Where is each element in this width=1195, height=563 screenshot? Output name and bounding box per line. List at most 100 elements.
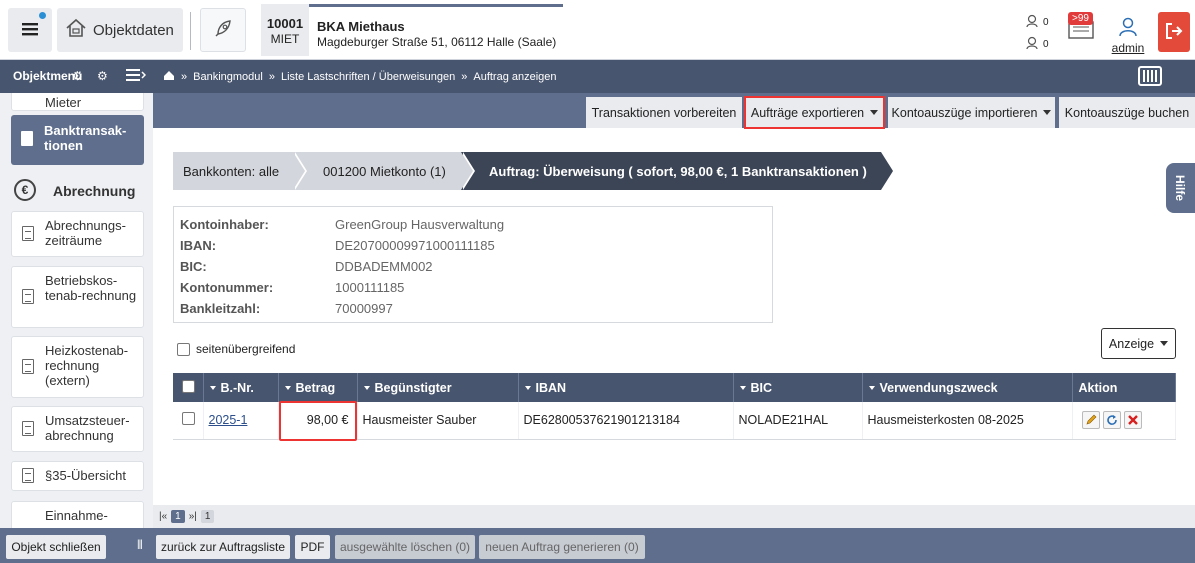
resize-handle-icon[interactable]: ||| [137,539,143,550]
seitenuebergreifend-option[interactable]: seitenübergreifend [177,342,295,356]
notification-2-count: 0 [1043,39,1049,50]
person-icon [1025,36,1039,53]
column-header-iban[interactable]: IBAN [518,373,734,402]
crumb-label: Auftrag: Überweisung ( sofort, 98,00 €, … [489,163,867,179]
transactions-table: B.-Nr. Betrag Begünstigter IBAN BIC Verw… [173,373,1176,441]
sort-icon [284,386,291,391]
zurueck-auftragsliste-button[interactable]: zurück zur Auftragsliste [156,535,290,559]
sidebar-item-banktransaktionen[interactable]: Banktransak-tionen [11,115,144,165]
auftraege-exportieren-button[interactable]: Aufträge exportieren [744,96,885,129]
breadcrumb-item[interactable]: Liste Lastschriften / Überweisungen [281,71,455,83]
pdf-button[interactable]: PDF [295,535,330,559]
object-address: Magdeburger Straße 51, 06112 Halle (Saal… [317,35,557,49]
action-bar: Transaktionen vorbereiten Aufträge expor… [153,93,1195,129]
refresh-icon[interactable] [1102,411,1121,430]
sort-icon [209,386,216,391]
sidebar-item-abrechnungszeitraeume[interactable]: Abrechnungs-zeiträume [11,211,144,257]
sidebar-section-abrechnung[interactable]: € Abrechnung [0,175,153,205]
object-id-box[interactable]: 10001 MIET [261,4,309,56]
anzeige-dropdown[interactable]: Anzeige [1101,328,1176,359]
crumb-label: Bankkonten: alle [183,163,280,179]
info-label: Kontoinhaber: [180,217,269,232]
info-row-blz: Bankleitzahl: 70000997 [180,298,772,319]
transaktionen-vorbereiten-button[interactable]: Transaktionen vorbereiten [586,97,742,128]
info-label: Bankleitzahl: [180,301,261,316]
delete-icon[interactable] [1123,411,1142,430]
cell-bic: NOLADE21HAL [733,402,863,440]
breadcrumb-item[interactable]: Bankingmodul [193,71,263,83]
pager-last[interactable]: »| [189,511,197,522]
pager-first[interactable]: |« [159,511,167,522]
sidebar-item-mieter[interactable]: Mieter [11,93,144,111]
seitenuebergreifend-checkbox[interactable] [177,342,190,356]
main-content: Transaktionen vorbereiten Aufträge expor… [153,93,1195,528]
cell-verwendungszweck: Hausmeisterkosten 08-2025 [862,402,1073,440]
main-menu-button[interactable] [8,8,52,52]
help-label: Hilfe [1173,174,1188,202]
bottom-bar: Objekt schließen ||| zurück zur Auftrags… [0,528,1195,563]
neuen-auftrag-button[interactable]: neuen Auftrag generieren (0) [479,535,645,559]
collapse-menu-icon[interactable] [126,69,147,84]
document-icon [21,131,33,146]
notification-2[interactable]: 0 [1025,36,1053,53]
column-header-verwendungszweck[interactable]: Verwendungszweck [862,373,1073,402]
sidebar-section-label: Abrechnung [53,183,136,199]
column-header-betrag[interactable]: Betrag [278,373,358,402]
sidebar-item-umsatzsteuer[interactable]: Umsatzsteuer-abrechnung [11,406,144,452]
euro-icon: € [14,179,36,201]
object-id: 10001 [266,16,304,31]
crumb-mietkonto[interactable]: 001200 Mietkonto (1) [293,152,475,190]
logout-button[interactable] [1158,12,1190,52]
row-checkbox[interactable] [182,412,195,426]
notification-1[interactable]: 0 [1025,14,1053,31]
crumb-bankkonten[interactable]: Bankkonten: alle [173,152,307,190]
checkbox-label: seitenübergreifend [196,342,296,356]
objekt-schliessen-button[interactable]: Objekt schließen [6,535,106,559]
user-icon [1110,17,1146,40]
pager-page-select[interactable]: 1 [200,510,215,523]
sort-icon [739,386,746,391]
sort-icon [524,386,531,391]
home-icon[interactable] [163,70,175,84]
ausgewaehlte-loeschen-button[interactable]: ausgewählte löschen (0) [335,535,475,559]
cell-bnr: 2025-1 [203,402,279,440]
info-value: DE20700009971000111185 [335,238,495,253]
sidebar-item-label: Einnahme- [45,508,108,523]
messages-button[interactable]: >99 [1068,12,1096,42]
crumb-auftrag: Auftrag: Überweisung ( sofort, 98,00 €, … [461,152,893,190]
info-row-kontonummer: Kontonummer: 1000111185 [180,277,772,298]
cell-beguenstigter: Hausmeister Sauber [357,402,519,440]
kontoauszuege-importieren-button[interactable]: Kontoauszüge importieren [888,97,1055,128]
column-header-bic[interactable]: BIC [733,373,863,402]
info-value: 1000111185 [335,280,405,295]
table-header-row: B.-Nr. Betrag Begünstigter IBAN BIC Verw… [173,373,1176,402]
edit-icon[interactable] [1081,411,1100,430]
document-icon [22,226,34,241]
table-row: 2025-1 98,00 € Hausmeister Sauber DE6280… [173,401,1176,441]
sidebar-item-label: Heizkostenab-rechnung (extern) [45,343,129,388]
pager-current-page[interactable]: 1 [171,510,185,523]
info-value: DDBADEMM002 [335,259,433,274]
help-tab[interactable]: Hilfe [1166,163,1195,213]
user-menu[interactable]: admin [1110,16,1146,55]
info-row-bic: BIC: DDBADEMM002 [180,256,772,277]
sidebar-item-heizkosten[interactable]: Heizkostenab-rechnung (extern) [11,336,144,398]
sidebar-item-betriebskosten[interactable]: Betriebskos-tenab-rechnung [11,266,144,328]
search-settings-icon[interactable]: ⚙ [72,69,83,83]
objektdaten-button[interactable]: Objektdaten [57,8,183,52]
bnr-link[interactable]: 2025-1 [209,413,248,427]
kontoauszuege-buchen-button[interactable]: Kontoauszüge buchen [1059,97,1195,128]
select-all-checkbox[interactable] [182,379,195,393]
rocket-button[interactable] [200,8,246,52]
chevron-down-icon [1160,341,1169,346]
settings-icon[interactable]: ⚙ [97,69,108,83]
sidebar-item-35-uebersicht[interactable]: §35-Übersicht [11,461,144,491]
column-header-bnr[interactable]: B.-Nr. [203,373,279,402]
sidebar-item-label: Betriebskos-tenab-rechnung [45,273,137,303]
sort-icon [363,386,370,391]
grid-view-button[interactable] [1138,66,1162,86]
pagination: |« 1 »| 1 [153,505,1195,528]
sidebar-item-einnahme[interactable]: Einnahme- [11,501,144,528]
column-header-beguenstigter[interactable]: Begünstigter [357,373,519,402]
sidebar-item-label: Mieter [45,95,82,110]
